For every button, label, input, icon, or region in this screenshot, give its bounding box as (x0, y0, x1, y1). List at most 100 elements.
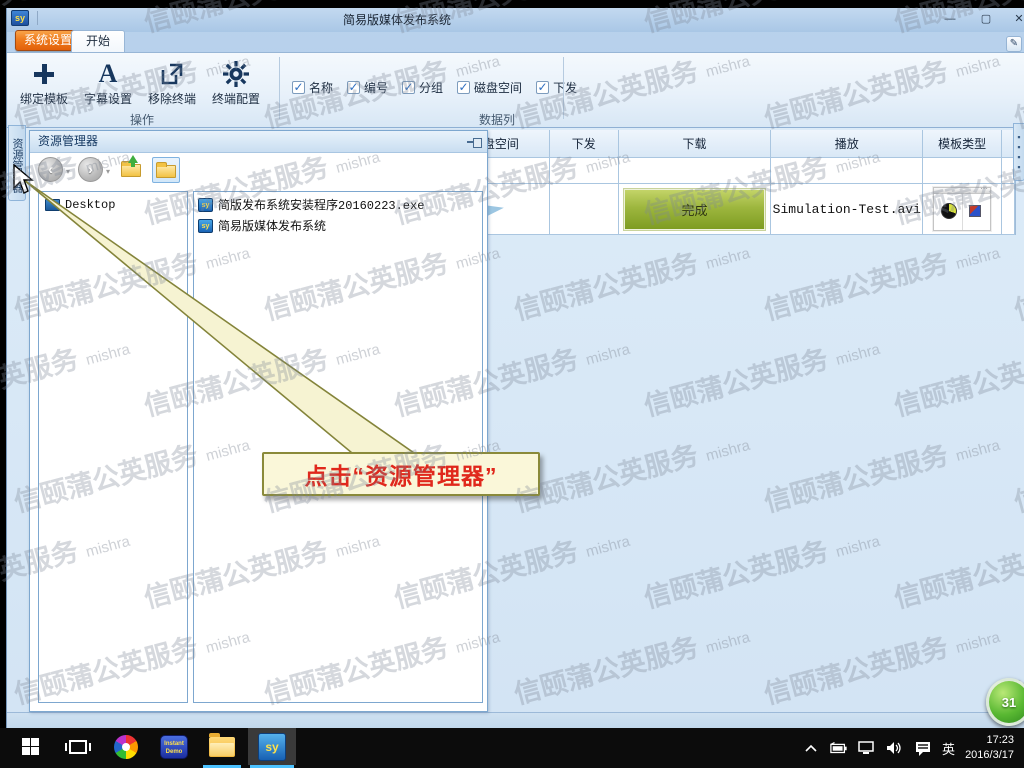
download-progress-bar: 完成 (623, 188, 766, 231)
subtitle-settings-button[interactable]: A 字幕设置 (79, 59, 137, 111)
checkbox-checked-icon: ✓ (292, 81, 305, 94)
pin-icon[interactable] (467, 137, 481, 147)
ribbon-options-button[interactable]: ✎ (1006, 36, 1022, 52)
filter-cell[interactable] (771, 158, 923, 184)
group-separator (563, 57, 564, 119)
clock-date: 2016/3/17 (965, 749, 1014, 761)
network-icon[interactable] (858, 740, 876, 756)
checkbox-disk-space[interactable]: ✓ 磁盘空间 (457, 79, 522, 96)
resource-manager-title: 资源管理器 (38, 134, 98, 148)
recording-timer-badge: 31 (986, 678, 1024, 726)
checkbox-checked-icon: ✓ (457, 81, 470, 94)
maximize-button[interactable]: ▢ (973, 12, 999, 27)
window-title: 简易版媒体发布系统 (287, 11, 507, 28)
sy-app-icon: sy (258, 733, 286, 761)
list-item[interactable]: sy 简版发布系统安装程序20160223.exe (194, 192, 482, 213)
template-type-cell (923, 184, 1002, 235)
up-folder-button[interactable] (118, 157, 146, 183)
checkbox-group[interactable]: ✓ 分组 (402, 79, 443, 96)
group-separator (279, 57, 280, 119)
status-bar (7, 712, 1024, 728)
remove-terminal-button[interactable]: 移除终端 (143, 59, 201, 111)
column-header-template-type[interactable]: 模板类型 (923, 130, 1002, 158)
tray-expand-icon[interactable] (802, 740, 820, 756)
resource-manager-header[interactable]: 资源管理器 (30, 131, 487, 153)
file-explorer-icon (209, 737, 235, 757)
forward-button[interactable]: › (78, 157, 103, 182)
row-spacer-cell (1002, 184, 1015, 235)
right-collapsed-panel-tab[interactable]: ▪▪▪▪ (1013, 123, 1024, 181)
file-list-pane[interactable]: sy 简版发布系统安装程序20160223.exe sy 简易版媒体发布系统 (193, 191, 483, 703)
table-header-row: 磁盘空间 下发 下载 播放 模板类型 (441, 130, 1015, 158)
playing-file-name: Simulation-Test.avi (773, 202, 921, 217)
back-button[interactable]: ‹ (38, 157, 63, 182)
app-window: sy 简易版媒体发布系统 — ▢ ✕ ✎ 系统设置 开始 绑定模板 A 字幕设置 (6, 8, 1024, 728)
table-row[interactable]: 完成 Simulation-Test.avi (441, 184, 1015, 235)
checkbox-number-label: 编号 (364, 79, 388, 96)
terminal-config-button[interactable]: 终端配置 (207, 59, 265, 111)
template-media-icon (941, 203, 957, 219)
back-dropdown-icon[interactable]: ▾ (66, 167, 70, 176)
app-icon: sy (11, 10, 29, 26)
up-arrow-icon (128, 155, 138, 163)
filter-cell[interactable] (619, 158, 772, 184)
volume-icon[interactable] (886, 740, 904, 756)
tree-item-desktop[interactable]: Desktop (39, 192, 187, 212)
ime-indicator[interactable]: 英 (942, 739, 955, 758)
title-bar: sy 简易版媒体发布系统 — ▢ ✕ (7, 8, 1024, 32)
column-header-dispatch[interactable]: 下发 (550, 130, 619, 158)
pinwheel-icon (114, 735, 138, 759)
callout-text: 点击“资源管理器” (305, 457, 498, 491)
file-explorer-button[interactable] (200, 728, 244, 765)
tree-item-label: Desktop (65, 198, 115, 212)
bind-template-label: 绑定模板 (15, 90, 73, 107)
ribbon: 绑定模板 A 字幕设置 移除终端 (7, 52, 1024, 128)
font-icon: A (99, 61, 118, 87)
checkbox-number[interactable]: ✓ 编号 (347, 79, 388, 96)
pinwheel-app-button[interactable] (104, 728, 148, 765)
filter-cell[interactable] (923, 158, 1002, 184)
tab-start[interactable]: 开始 (71, 30, 125, 52)
minimize-button[interactable]: — (937, 12, 963, 27)
terminal-table: 磁盘空间 下发 下载 播放 模板类型 完成 (441, 130, 1016, 235)
list-item[interactable]: sy 简易版媒体发布系统 (194, 213, 482, 234)
taskbar: Instant Demo sy 英 17:23 2016/3/17 (0, 728, 1024, 768)
checkbox-dispatch-label: 下发 (553, 79, 577, 96)
sy-app-button[interactable]: sy (248, 728, 296, 765)
table-filter-row (441, 158, 1015, 184)
template-thumbnail-split (962, 194, 963, 230)
task-view-button[interactable] (56, 728, 100, 765)
bind-template-button[interactable]: 绑定模板 (15, 59, 73, 111)
checkbox-checked-icon: ✓ (347, 81, 360, 94)
data-columns-checkbox-row: ✓ 名称 ✓ 编号 ✓ 分组 ✓ 磁盘空间 ✓ 下发 (292, 79, 577, 96)
column-header-play[interactable]: 播放 (771, 130, 923, 158)
quick-access-separator (37, 11, 38, 25)
sy-file-icon: sy (198, 198, 213, 212)
checkbox-checked-icon: ✓ (402, 81, 415, 94)
desktop-icon (45, 199, 60, 211)
taskbar-clock[interactable]: 17:23 2016/3/17 (965, 733, 1020, 763)
checkbox-checked-icon: ✓ (536, 81, 549, 94)
group-label-data-columns: 数据列 (462, 111, 532, 128)
explorer-toolbar: ‹ ▾ › ▾ (30, 153, 487, 189)
open-folder-button[interactable] (152, 157, 180, 183)
instant-demo-icon: Instant Demo (160, 735, 188, 759)
start-button[interactable] (8, 728, 52, 765)
callout: 点击“资源管理器” (262, 452, 540, 496)
checkbox-dispatch[interactable]: ✓ 下发 (536, 79, 577, 96)
checkbox-group-label: 分组 (419, 79, 443, 96)
dispatch-cell (550, 184, 619, 235)
filter-cell[interactable] (550, 158, 619, 184)
resource-manager-collapsed-tab[interactable]: 资源管理器 (8, 125, 26, 201)
column-header-download[interactable]: 下载 (619, 130, 772, 158)
instant-demo-button[interactable]: Instant Demo (152, 728, 196, 765)
template-thumbnail (933, 187, 991, 231)
sy-file-icon: sy (198, 219, 213, 233)
download-progress-label: 完成 (625, 190, 764, 229)
checkbox-name[interactable]: ✓ 名称 (292, 79, 333, 96)
close-button[interactable]: ✕ (1006, 12, 1024, 27)
folder-tree-pane[interactable]: Desktop (38, 191, 188, 703)
battery-icon[interactable] (830, 740, 848, 756)
notification-icon[interactable] (914, 740, 932, 756)
forward-dropdown-icon[interactable]: ▾ (106, 167, 110, 176)
